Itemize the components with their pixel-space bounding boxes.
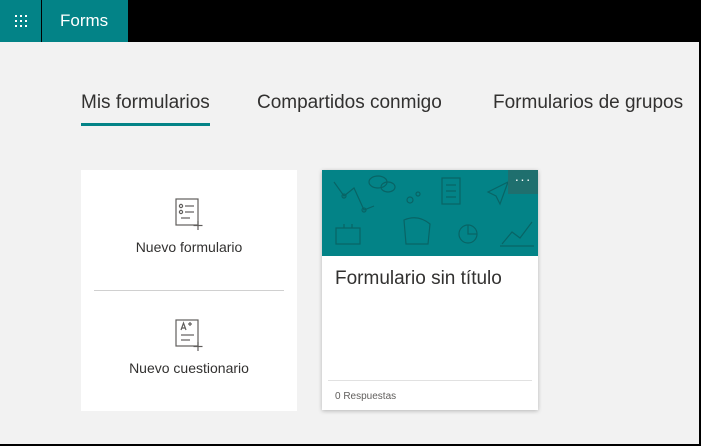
more-options-button[interactable]: ··· (508, 170, 538, 194)
new-quiz-icon (175, 319, 203, 351)
new-form-icon (175, 198, 203, 230)
app-launcher-button[interactable] (0, 0, 41, 42)
new-items-card: Nuevo formulario Nuevo cuestionario (81, 170, 297, 411)
form-card[interactable]: ··· Formulario sin título 0 Respuestas (322, 170, 538, 410)
banner-pattern-icon (333, 175, 534, 247)
tab-shared-with-me[interactable]: Compartidos conmigo (257, 92, 442, 114)
new-form-button[interactable]: Nuevo formulario (81, 197, 297, 255)
waffle-icon (14, 15, 27, 27)
tab-my-forms[interactable]: Mis formularios (81, 92, 210, 126)
responses-count: 0 Respuestas (335, 391, 397, 402)
form-title: Formulario sin título (335, 268, 502, 289)
form-card-banner: ··· (322, 170, 538, 256)
new-form-label: Nuevo formulario (135, 239, 243, 255)
new-quiz-button[interactable]: Nuevo cuestionario (81, 318, 297, 376)
new-quiz-label: Nuevo cuestionario (129, 360, 249, 376)
top-bar: Forms (0, 0, 701, 42)
divider (94, 290, 284, 291)
tab-group-forms[interactable]: Formularios de grupos (493, 92, 683, 114)
card-divider (328, 380, 532, 381)
app-name-link[interactable]: Forms (42, 0, 128, 42)
tab-bar: Mis formularios Compartidos conmigo Form… (0, 42, 701, 132)
